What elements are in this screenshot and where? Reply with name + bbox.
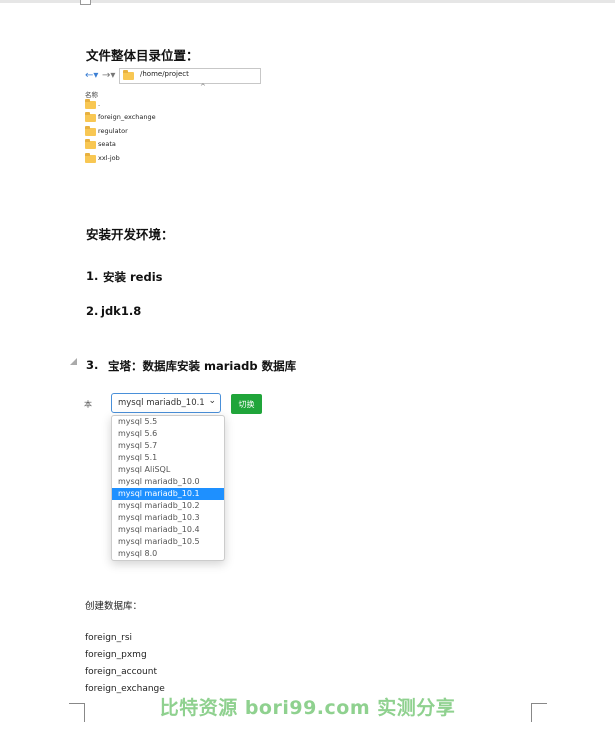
version-option[interactable]: mysql 8.0 [112,548,224,560]
version-option[interactable]: mysql mariadb_10.2 [112,500,224,512]
folder-icon [123,70,134,80]
version-option[interactable]: mysql mariadb_10.0 [112,476,224,488]
selected-version: mysql mariadb_10.1 [118,398,205,408]
version-option[interactable]: mysql 5.6 [112,428,224,440]
database-name: foreign_account [85,667,157,677]
step-number: 2. [86,304,99,318]
version-dropdown: mysql 5.5 mysql 5.6 mysql 5.7 mysql 5.1 … [111,415,225,561]
create-database-label: 创建数据库： [85,601,143,612]
database-name: foreign_rsi [85,633,133,643]
back-arrow-icon[interactable]: ←▾ [85,70,98,81]
page-corner-mark [80,0,91,5]
chevron-down-icon: ⌄ [208,396,216,406]
version-option[interactable]: mysql 5.5 [112,416,224,428]
directory-heading: 文件整体目录位置： [86,48,199,63]
step-text: jdk1.8 [101,304,142,318]
page-top-edge [0,0,615,3]
environment-heading: 安装开发环境： [86,227,174,242]
sort-caret-icon: ^ [200,83,206,91]
file-explorer-screenshot: ←▾ →▾ /home/project ^ 名称 . foreign_excha… [84,67,261,167]
switch-button[interactable]: 切换 [231,394,262,414]
folder-icon [85,139,96,150]
version-option-selected[interactable]: mysql mariadb_10.1 [112,488,224,500]
folder-icon [85,152,96,163]
version-option[interactable]: mysql mariadb_10.4 [112,524,224,536]
path-text: /home/project [140,70,189,78]
watermark: 比特资源 bori99.com 实测分享 [159,697,456,719]
version-option[interactable]: mysql 5.7 [112,440,224,452]
folder-icon [85,99,96,109]
version-option[interactable]: mysql mariadb_10.5 [112,536,224,548]
version-option[interactable]: mysql mariadb_10.3 [112,512,224,524]
step-number: 3. [86,358,99,372]
folder-icon [85,125,96,136]
address-bar: ←▾ →▾ /home/project [84,67,261,85]
version-option[interactable]: mysql 5.1 [112,452,224,464]
version-select[interactable]: mysql mariadb_10.1 ⌄ [111,393,221,413]
database-name: foreign_pxmg [85,650,147,660]
name-column-header[interactable]: 名称 [85,89,98,99]
step-text: 宝塔：数据库安装 mariadb 数据库 [108,359,297,373]
version-label-fragment: 本 [84,400,92,409]
version-select-screenshot: 本 mysql mariadb_10.1 ⌄ 切换 mysql 5.5 mysq… [84,390,262,586]
collapse-triangle-icon[interactable] [70,358,77,365]
step-number: 1. [86,269,99,283]
version-option[interactable]: mysql AliSQL [112,464,224,476]
folder-icon [85,112,96,123]
step-text: 安装 redis [103,270,163,284]
path-box[interactable]: /home/project [119,68,261,84]
database-list: foreign_rsi foreign_pxmg foreign_account… [85,632,165,700]
forward-arrow-icon[interactable]: →▾ [102,70,115,81]
